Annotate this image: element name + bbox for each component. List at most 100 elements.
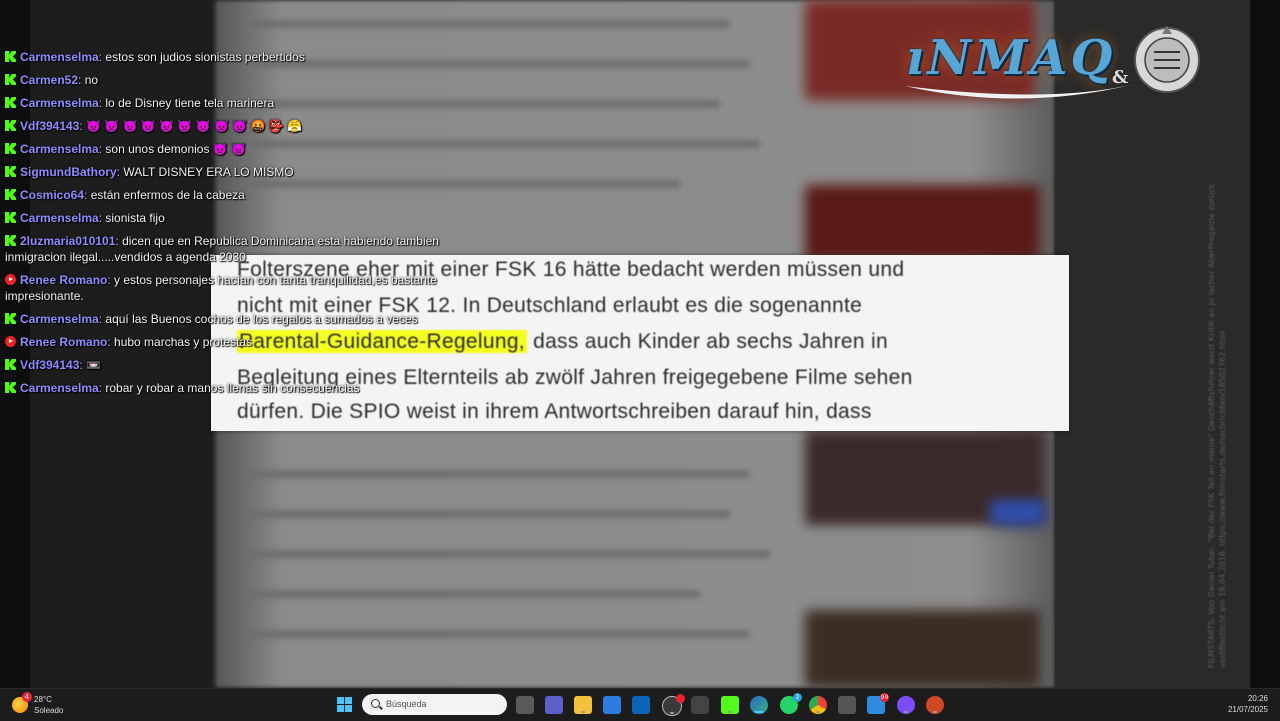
kick-icon [5,235,16,246]
blurred-text-line [250,20,730,28]
kick-icon[interactable] [721,696,739,714]
chat-text: están enfermos de la cabeza [90,188,245,202]
article-line: dürfen. Die SPIO weist in ihrem Antworts… [237,400,872,423]
blurred-thumbnail [805,610,1040,688]
teams-icon[interactable] [545,696,563,714]
kick-icon [5,143,16,154]
chat-username: Carmen52 [20,73,79,87]
chat-text: 👿 👿 👿 👿 👿 👿 👿 👿 👿 🤬 👺 😤 [86,119,303,133]
app-circle-icon[interactable] [897,696,915,714]
chat-username: SigmundBathory [20,165,117,179]
kick-icon [5,189,16,200]
chatgpt-icon[interactable] [662,694,685,716]
chat-message: Carmenselma: son unos demonios 👿 👿 [5,141,475,157]
file-explorer-icon[interactable] [574,696,592,714]
blurred-text-line [250,630,750,638]
chat-separator: : [84,188,91,202]
store-icon[interactable] [603,696,621,714]
chat-text: son unos demonios 👿 👿 [105,142,247,156]
chat-separator: : [78,73,85,87]
alert-badge [676,694,685,703]
chat-text: sionista fijo [105,211,165,225]
chat-username: Cosmico64 [20,188,85,202]
chat-username: Carmenselma [20,96,99,110]
chat-message: Renee Romano: y estos personajes hacían … [5,272,475,304]
watermark-line: veröffentlicht am 19.04.2016, https://ww… [1218,331,1227,668]
app-icon[interactable] [838,696,856,714]
chat-overlay: Carmenselma: estos son judios sionistas … [5,49,475,403]
youtube-icon [5,274,16,285]
chat-message: Cosmico64: están enfermos de la cabeza [5,187,475,203]
chat-username: Carmenselma [20,50,99,64]
right-letterbox [1250,0,1280,688]
weather-condition: Soleado [34,706,64,715]
chat-text: WALT DISNEY ERA LO MISMO [123,165,294,179]
kick-icon [5,97,16,108]
chat-message: Renee Romano: hubo marchas y protestas [5,334,475,350]
kick-icon [5,382,16,393]
task-view-icon[interactable] [516,696,534,714]
source-watermark: FILMSTARTS: Von Daniel Tuber, "Bei der F… [1206,18,1228,668]
chat-text: hubo marchas y protestas [114,335,253,349]
chat-text: no [84,73,99,87]
chrome-icon[interactable] [809,696,827,714]
kick-icon [5,51,16,62]
youtube-icon [5,336,16,347]
search-icon [371,699,380,708]
blurred-text-line [250,590,700,598]
chat-text: aquí las Buenos cochos de los regalos a … [105,312,418,326]
blurred-text-line [250,510,730,518]
chat-message: Carmenselma: robar y robar a manos llena… [5,380,475,396]
chat-username: 2luzmaria010101 [20,234,116,248]
system-clock[interactable]: 20:26 21/07/2025 [1228,693,1268,715]
powerpoint-icon[interactable] [926,696,944,714]
seal-emblem-icon [1134,26,1200,93]
chat-username: Renee Romano [20,273,108,287]
search-input[interactable] [386,697,496,711]
app-cube-icon[interactable] [691,696,709,714]
chat-username: Carmenselma [20,211,99,225]
whatsapp-icon[interactable]: 2 [780,693,802,714]
chat-message: Vdf394143: 📼 [5,357,475,373]
edge-icon[interactable] [750,696,768,714]
kick-icon [5,212,16,223]
chat-username: Carmenselma [20,381,99,395]
chat-message: Carmenselma: estos son judios sionistas … [5,49,475,65]
kick-icon [5,74,16,85]
chat-message: Carmenselma: lo de Disney tiene tela mar… [5,95,475,111]
start-button[interactable] [337,697,353,713]
chat-username: Renee Romano [20,335,108,349]
chat-text: estos son judios sionistas perbertidos [105,50,305,64]
chat-username: Vdf394143 [20,358,80,372]
chat-message: Carmenselma: aquí las Buenos cochos de l… [5,311,475,327]
windows-taskbar: 4 28°C Soleado 2 99 20:26 21/07/2025 [0,688,1280,721]
kick-icon [5,359,16,370]
clock-date: 21/07/2025 [1227,705,1268,714]
chat-message: 2luzmaria010101: dicen que en Republica … [5,233,475,265]
chat-username: Vdf394143 [20,119,80,133]
chat-text: robar y robar a manos llenas sin consecu… [105,381,360,395]
clock-time: 20:26 [1247,694,1268,703]
chat-message: Carmenselma: sionista fijo [5,210,475,226]
message-count-badge: 99 [880,693,889,702]
blurred-thumbnail [805,185,1040,260]
chat-text: lo de Disney tiene tela marinera [105,96,275,110]
chat-message: Vdf394143: 👿 👿 👿 👿 👿 👿 👿 👿 👿 🤬 👺 😤 [5,118,475,134]
article-line-rest: dass auch Kinder ab sechs Jahren in [526,330,888,353]
logo-swoosh-icon [905,84,1135,99]
kick-icon [5,166,16,177]
chat-username: Carmenselma [20,312,99,326]
kick-icon [5,313,16,324]
watermark-line: FILMSTARTS: Von Daniel Tuber, "Bei der F… [1207,183,1216,668]
outlook-icon[interactable] [632,696,650,714]
kick-icon [5,120,16,131]
telegram-icon[interactable]: 99 [867,693,889,714]
notification-badge: 4 [22,692,32,702]
chat-text: 📼 [86,358,101,372]
blurred-thumbnail-accent [990,500,1045,525]
chat-username: Carmenselma [20,142,99,156]
chat-message: SigmundBathory: WALT DISNEY ERA LO MISMO [5,164,475,180]
taskbar-search[interactable] [362,694,507,715]
channel-logo: ıNMAQ & [900,22,1210,112]
weather-temperature: 28°C [34,695,52,704]
